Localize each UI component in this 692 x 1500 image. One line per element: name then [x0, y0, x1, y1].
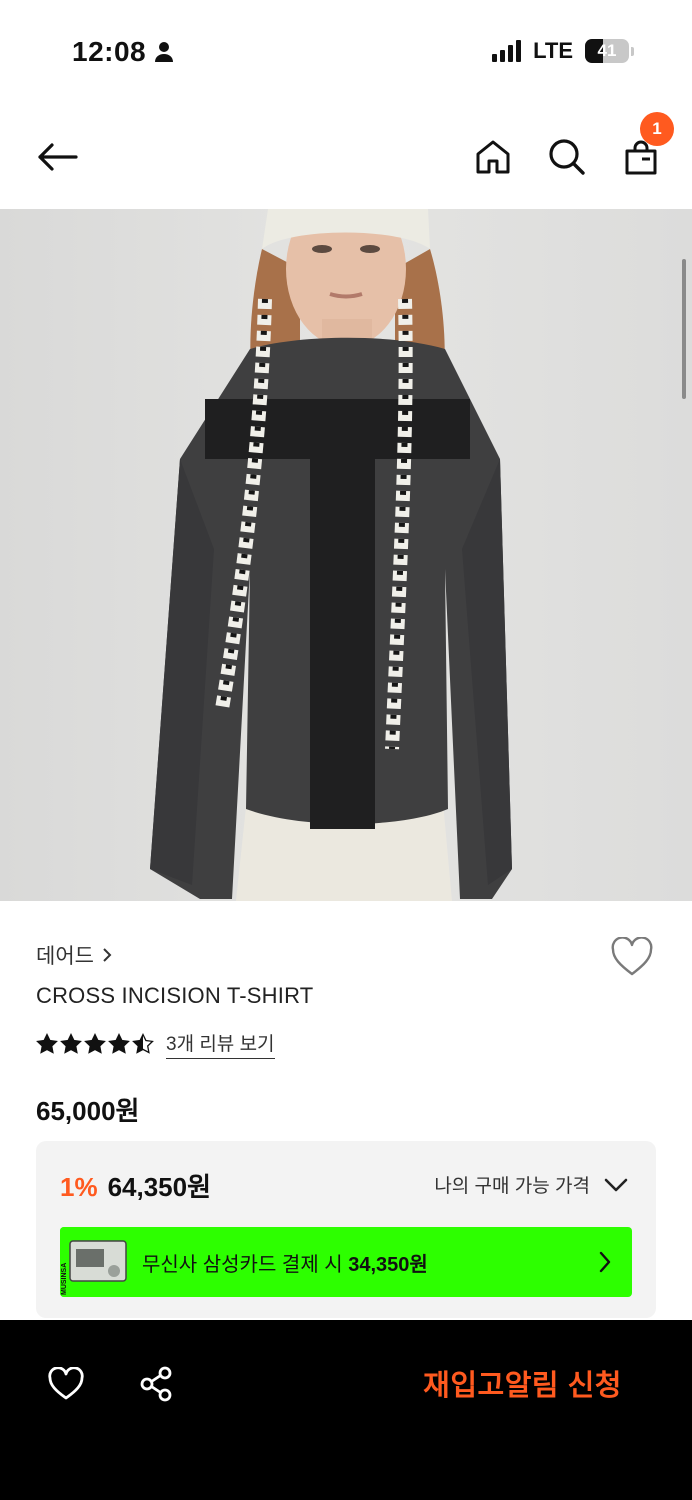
review-link[interactable]: 3개 리뷰 보기: [166, 1029, 275, 1059]
restock-alert-button[interactable]: 재입고알림 신청: [423, 1362, 622, 1404]
search-icon: [549, 139, 585, 175]
discount-row: 1% 64,350원: [60, 1167, 211, 1204]
product-price: 65,000원: [36, 1096, 140, 1126]
my-price-label: 나의 구매 가능 가격: [434, 1176, 590, 1197]
battery-icon: 41: [585, 39, 629, 63]
star-icon: [84, 1033, 106, 1054]
product-photo: [150, 209, 512, 901]
rating-stars: [36, 1033, 154, 1055]
battery-tip: [631, 46, 634, 56]
card-thumb-text: MUSINSA: [61, 1263, 68, 1295]
card-promo-label: 무신사 삼성카드 결제 시: [142, 1253, 343, 1276]
brand-name: 데어드: [36, 945, 94, 968]
home-button[interactable]: [468, 132, 518, 182]
wishlist-button[interactable]: [610, 936, 654, 981]
bottom-wishlist-button[interactable]: [40, 1358, 92, 1410]
heart-icon: [611, 936, 653, 976]
share-icon: [140, 1366, 172, 1402]
arrow-left-icon: [38, 143, 78, 171]
status-time: 12:08: [72, 36, 174, 68]
product-name: CROSS INCISION T-SHIRT: [36, 983, 314, 1008]
price-box: 1% 64,350원 나의 구매 가능 가격 MUSINSA 무신사 삼성카드 …: [36, 1141, 656, 1318]
search-button[interactable]: [542, 132, 592, 182]
cart-button[interactable]: 1: [616, 112, 674, 182]
back-button[interactable]: [32, 132, 82, 182]
share-button[interactable]: [130, 1358, 182, 1410]
rating-row: 3개 리뷰 보기: [36, 1029, 275, 1059]
chevron-down-icon: [604, 1178, 628, 1191]
top-navigation: 1: [0, 112, 692, 202]
time-label: 12:08: [72, 36, 147, 67]
network-label: LTE: [533, 38, 573, 63]
signal-icon: [492, 40, 522, 62]
brand-link[interactable]: 데어드: [36, 940, 112, 970]
heart-icon: [48, 1367, 84, 1400]
star-icon: [132, 1033, 154, 1054]
status-bar: 12:08 LTE 41: [0, 0, 692, 100]
chevron-right-icon: [599, 1251, 611, 1273]
chevron-right-icon: [103, 948, 112, 962]
scroll-indicator[interactable]: [682, 259, 686, 399]
card-promo-text: 무신사 삼성카드 결제 시 34,350원: [142, 1248, 428, 1277]
card-promo-banner[interactable]: MUSINSA 무신사 삼성카드 결제 시 34,350원: [60, 1227, 632, 1297]
my-price-toggle[interactable]: 나의 구매 가능 가격: [434, 1171, 628, 1198]
status-indicators: LTE 41: [492, 38, 634, 64]
discount-rate: 1%: [60, 1172, 98, 1202]
star-icon: [108, 1033, 130, 1054]
person-icon: [155, 42, 174, 62]
product-image[interactable]: [0, 209, 692, 901]
star-icon: [60, 1033, 82, 1054]
card-image: MUSINSA: [60, 1227, 134, 1297]
star-icon: [36, 1033, 58, 1054]
card-thumbnail: MUSINSA: [60, 1227, 134, 1297]
card-promo-price: 34,350원: [348, 1253, 428, 1276]
discount-price: 64,350원: [107, 1172, 212, 1202]
bottom-action-bar: 재입고알림 신청: [0, 1320, 692, 1500]
battery-level: 41: [597, 41, 617, 60]
home-icon: [476, 140, 510, 174]
cart-count-badge: 1: [640, 112, 674, 146]
